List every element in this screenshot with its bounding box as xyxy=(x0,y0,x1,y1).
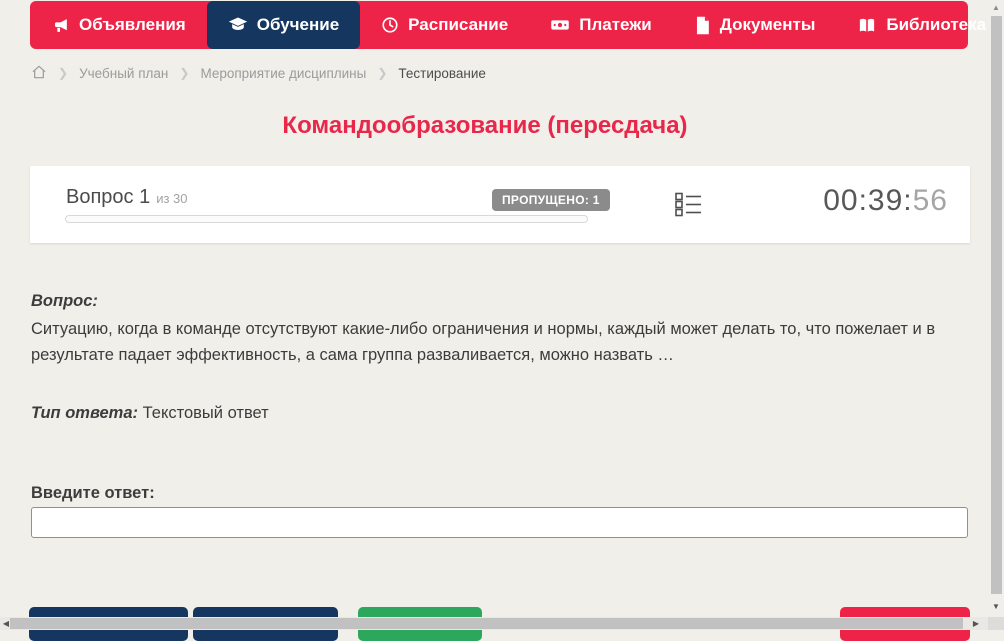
main-navbar: Объявления Обучение Расписание Платежи Д… xyxy=(30,1,1004,49)
answer-input-label: Введите ответ: xyxy=(31,484,155,502)
chevron-right-icon: ❯ xyxy=(58,66,69,80)
chevron-right-icon: ❯ xyxy=(179,66,190,80)
breadcrumb-study-plan[interactable]: Учебный план xyxy=(79,66,168,81)
question-total: из 30 xyxy=(156,191,188,206)
graduation-cap-icon xyxy=(228,15,248,35)
answer-type-label: Тип ответа: xyxy=(31,404,139,422)
question-list-icon[interactable] xyxy=(675,192,702,222)
scroll-up-icon[interactable]: ▲ xyxy=(988,1,1004,15)
horizontal-scrollbar-thumb[interactable] xyxy=(10,618,963,629)
nav-item-label: Платежи xyxy=(579,15,652,34)
clock-icon xyxy=(381,16,399,34)
question-number-text: Вопрос 1 xyxy=(66,186,151,208)
nav-item-library[interactable]: Библиотека xyxy=(836,1,1004,49)
vertical-scrollbar-thumb[interactable] xyxy=(991,16,1002,594)
question-text: Ситуацию, когда в команде отсутствуют ка… xyxy=(31,320,936,364)
nav-item-label: Обучение xyxy=(256,15,340,34)
breadcrumb-testing: Тестирование xyxy=(398,65,486,81)
question-number: Вопрос 1 из 30 xyxy=(66,186,188,209)
nav-item-label: Документы xyxy=(719,15,816,34)
scrollbar-corner xyxy=(988,617,1004,630)
nav-item-documents[interactable]: Документы xyxy=(673,1,837,49)
scroll-right-icon[interactable]: ▶ xyxy=(970,617,982,630)
nav-item-label: Объявления xyxy=(79,15,186,34)
nav-item-learning[interactable]: Обучение xyxy=(206,1,361,49)
page-title: Командообразование (пересдача) xyxy=(282,112,688,139)
nav-item-label: Расписание xyxy=(408,15,509,34)
banknote-icon xyxy=(550,15,570,35)
timer-seconds: 56 xyxy=(912,184,948,217)
megaphone-icon xyxy=(51,16,70,35)
answer-type-value: Текстовый ответ xyxy=(142,404,269,422)
nav-item-schedule[interactable]: Расписание xyxy=(360,1,529,49)
breadcrumb: ❯ Учебный план ❯ Мероприятие дисциплины … xyxy=(31,63,486,83)
chevron-right-icon: ❯ xyxy=(377,66,388,80)
question-header-panel: Вопрос 1 из 30 ПРОПУЩЕНО: 1 00:39:56 xyxy=(30,166,970,243)
open-book-icon xyxy=(857,16,877,35)
answer-input[interactable] xyxy=(31,507,968,538)
document-icon xyxy=(694,16,711,35)
answer-type-row: Тип ответа: Текстовый ответ xyxy=(31,404,269,423)
nav-item-announcements[interactable]: Объявления xyxy=(30,1,207,49)
quiz-timer: 00:39:56 xyxy=(823,184,948,218)
breadcrumb-discipline-event[interactable]: Мероприятие дисциплины xyxy=(200,66,366,81)
quiz-progress-bar xyxy=(65,215,588,223)
timer-minutes: 00:39: xyxy=(823,184,913,217)
home-icon[interactable] xyxy=(31,64,47,83)
horizontal-scrollbar[interactable]: ◀ ▶ xyxy=(0,617,988,630)
question-heading: Вопрос: xyxy=(31,292,98,310)
vertical-scrollbar[interactable]: ▲ ▼ xyxy=(988,0,1004,617)
scroll-down-icon[interactable]: ▼ xyxy=(988,600,1004,614)
skipped-badge: ПРОПУЩЕНО: 1 xyxy=(492,189,610,211)
nav-item-label: Библиотека xyxy=(886,15,987,34)
nav-item-payments[interactable]: Платежи xyxy=(529,1,673,49)
